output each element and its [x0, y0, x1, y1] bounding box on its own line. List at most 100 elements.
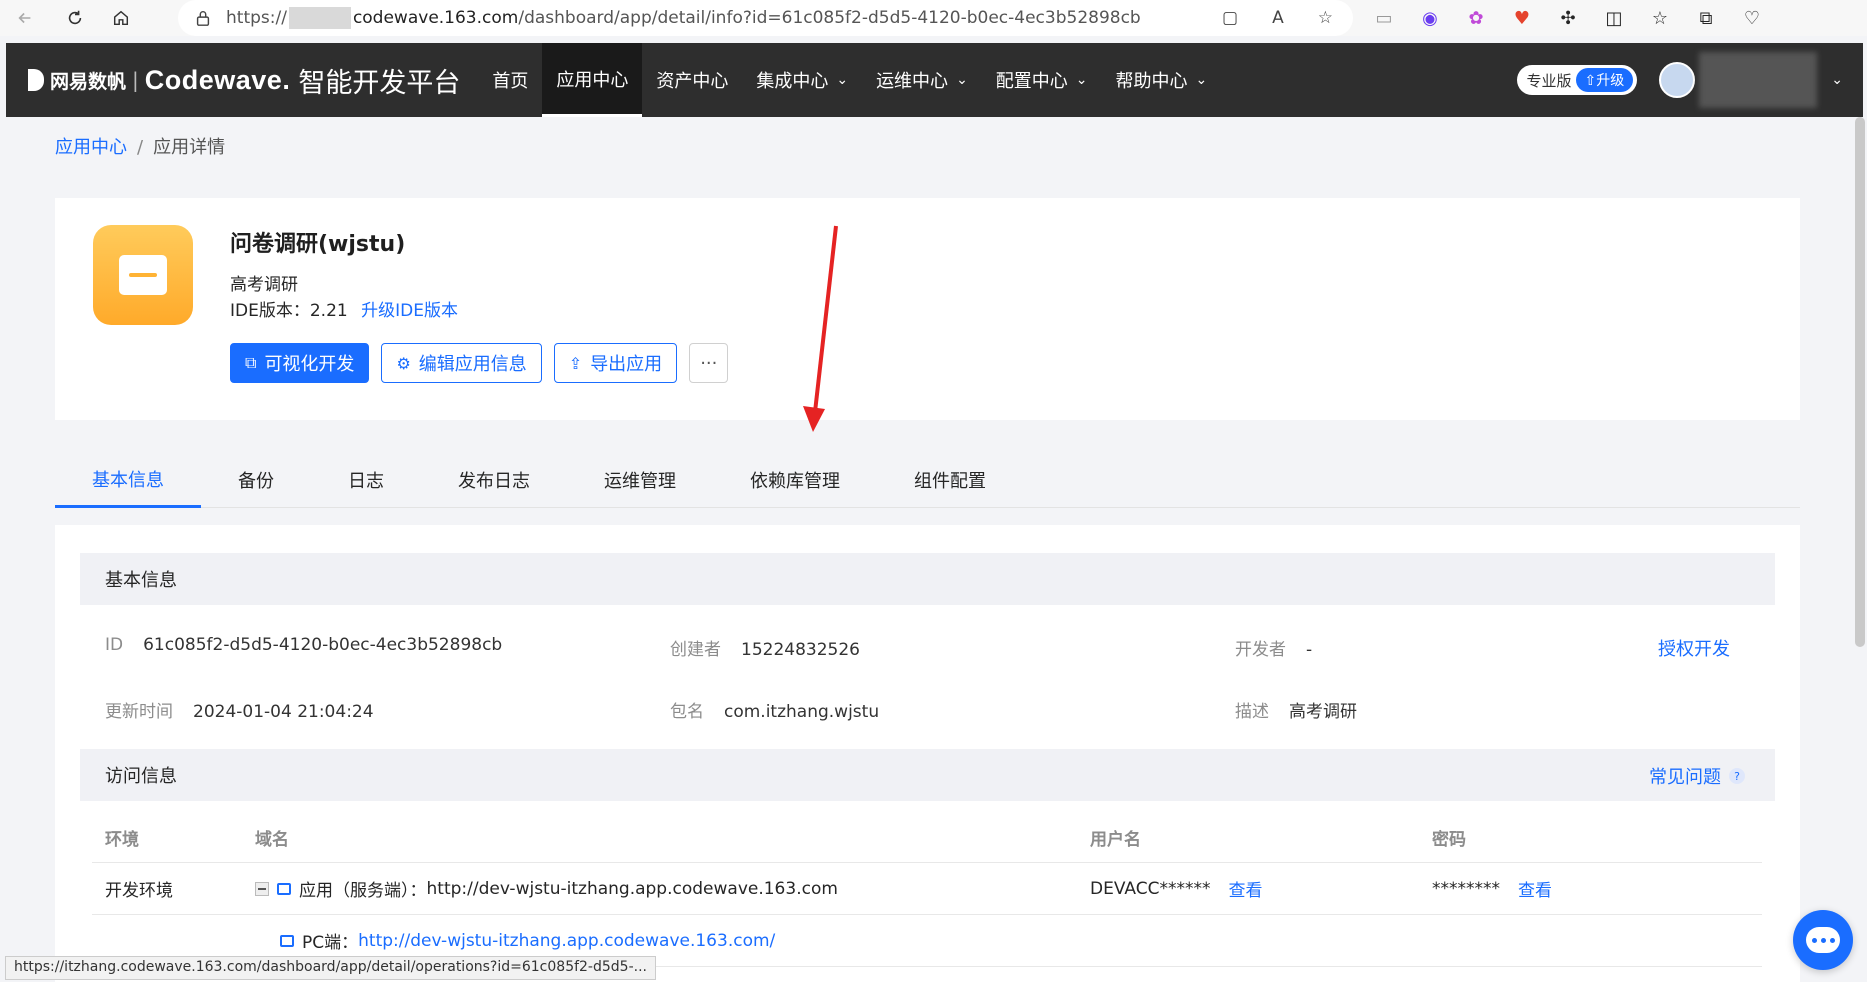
breadcrumb-app-center[interactable]: 应用中心 [55, 137, 127, 158]
app-server-url: http://dev-wjstu-itzhang.app.codewave.16… [426, 878, 838, 899]
status-bar-url: https://itzhang.codewave.163.com/dashboa… [5, 956, 656, 980]
more-actions-button[interactable]: ··· [689, 343, 729, 383]
refresh-icon[interactable] [58, 3, 92, 33]
url-path: /dashboard/app/detail/info?id=61c085f2-d… [518, 8, 1141, 28]
upgrade-button[interactable]: ⇧升级 [1575, 68, 1634, 92]
extension-monitor-icon[interactable]: ▭ [1370, 4, 1398, 32]
tab-backup[interactable]: 备份 [201, 452, 311, 508]
nav-app-center[interactable]: 应用中心 [542, 43, 643, 117]
access-table-header: 环境 域名 用户名 密码 [92, 813, 1762, 863]
col-username: 用户名 [1090, 830, 1141, 850]
nav-integration-center[interactable]: 集成中心 ⌄ [742, 43, 862, 117]
avatar[interactable] [1659, 62, 1696, 98]
split-screen-icon[interactable]: ◫ [1600, 4, 1628, 32]
url-redaction [288, 7, 351, 29]
question-icon: ? [1729, 768, 1745, 784]
address-bar[interactable]: https:// codewave.163.com/dashboard/app/d… [178, 0, 1353, 36]
app-server-label: 应用（服务端）： [299, 881, 427, 901]
description-label: 描述 [1235, 702, 1269, 722]
visual-dev-button[interactable]: ⧉ 可视化开发 [230, 343, 370, 383]
app-header: 网易数帆 | Codewave. 智能开发平台 首页 应用中心 资产中心 集成中… [6, 43, 1863, 117]
extensions-puzzle-icon[interactable]: ✣ [1554, 4, 1582, 32]
upgrade-ide-link[interactable]: 升级IDE版本 [361, 301, 458, 321]
app-description: 高考调研 [230, 275, 298, 295]
nav-asset-center-label: 资产中心 [656, 71, 729, 92]
basic-info-title: 基本信息 [105, 570, 177, 591]
tab-ops-management[interactable]: 运维管理 [567, 452, 713, 508]
collections-icon[interactable]: ⧉ [1692, 4, 1720, 32]
description-value: 高考调研 [1289, 702, 1357, 722]
developer-label: 开发者 [1235, 640, 1286, 660]
nav-home[interactable]: 首页 [478, 43, 542, 117]
edit-app-info-button[interactable]: ⚙ 编辑应用信息 [381, 343, 542, 383]
creator-field: 创建者 15224832526 [670, 635, 860, 660]
chevron-down-icon: ⌄ [956, 72, 968, 88]
nav-asset-center[interactable]: 资产中心 [642, 43, 742, 117]
logo-mark-icon [28, 69, 44, 91]
back-icon[interactable] [8, 3, 42, 33]
creator-value: 15224832526 [741, 640, 860, 660]
package-value: com.itzhang.wjstu [724, 702, 880, 722]
export-app-label: 导出应用 [590, 354, 663, 375]
chevron-down-icon: ⌄ [1195, 72, 1208, 88]
col-password: 密码 [1432, 830, 1466, 850]
chevron-down-icon[interactable]: ⌄ [1831, 72, 1843, 88]
nav-config-center[interactable]: 配置中心 ⌄ [982, 43, 1102, 117]
favorites-icon[interactable]: ☆ [1646, 4, 1674, 32]
plan-badge[interactable]: 专业版 ⇧升级 [1516, 65, 1638, 95]
gear-icon: ⚙ [396, 353, 411, 373]
logo-separator: | [132, 68, 139, 92]
extension-brain-icon[interactable]: ✿ [1462, 4, 1490, 32]
collapse-icon[interactable] [255, 881, 269, 896]
pc-url-link[interactable]: http://dev-wjstu-itzhang.app.codewave.16… [358, 931, 775, 951]
read-aloud-icon[interactable]: A [1272, 8, 1284, 28]
logo[interactable]: 网易数帆 | Codewave. 智能开发平台 [28, 61, 460, 100]
tab-content: 基本信息 ID 61c085f2-d5d5-4120-b0ec-4ec3b5289… [55, 525, 1800, 982]
faq-link[interactable]: 常见问题? [1649, 763, 1745, 789]
monitor-icon [280, 934, 294, 947]
page-scrollbar[interactable] [1855, 117, 1865, 647]
extension-pin-icon[interactable]: ♥ [1508, 4, 1536, 32]
extension-compass-icon[interactable]: ◉ [1416, 4, 1444, 32]
tab-basic-info[interactable]: 基本信息 [55, 452, 201, 508]
view-password-link[interactable]: 查看 [1518, 876, 1552, 901]
clipboard-icon[interactable]: ▢ [1222, 8, 1238, 28]
nav-ops-center[interactable]: 运维中心 ⌄ [862, 43, 982, 117]
updated-field: 更新时间 2024-01-04 21:04:24 [105, 697, 374, 722]
breadcrumb-separator: / [137, 137, 144, 158]
favorite-star-icon[interactable]: ☆ [1318, 8, 1333, 28]
chat-support-button[interactable] [1793, 910, 1853, 970]
chat-bubble-icon [1806, 927, 1840, 953]
table-row: 开发环境 应用（服务端）： http://dev-wjstu-itzhang.ap… [92, 863, 1762, 915]
lock-icon [196, 11, 210, 26]
nav-config-center-label: 配置中心 [995, 71, 1068, 92]
package-field: 包名 com.itzhang.wjstu [670, 697, 879, 722]
tab-release-logs[interactable]: 发布日志 [421, 452, 567, 508]
edit-page-icon: ⧉ [245, 353, 257, 372]
browser-toolbar: https:// codewave.163.com/dashboard/app/d… [0, 0, 1867, 36]
browser-essentials-icon[interactable]: ♡ [1738, 4, 1766, 32]
tab-component-config[interactable]: 组件配置 [877, 452, 1023, 508]
username-cell: DEVACC****** 查看 [1090, 863, 1262, 914]
basic-info-header: 基本信息 [80, 553, 1775, 605]
url-prefix: https:// [226, 8, 287, 28]
nav-app-center-label: 应用中心 [556, 69, 629, 91]
plan-label: 专业版 [1526, 71, 1572, 90]
username-redacted [1699, 52, 1818, 108]
password-value: ******** [1432, 878, 1500, 899]
id-field: ID 61c085f2-d5d5-4120-b0ec-4ec3b52898cb [105, 635, 502, 655]
authorize-dev-link[interactable]: 授权开发 [1658, 635, 1730, 661]
home-icon[interactable] [104, 3, 138, 33]
id-label: ID [105, 635, 124, 655]
description-field: 描述 高考调研 [1235, 697, 1357, 722]
brand-sub: 智能开发平台 [298, 67, 461, 99]
tab-logs[interactable]: 日志 [311, 452, 421, 508]
col-domain: 域名 [255, 830, 289, 850]
export-app-button[interactable]: ⇪ 导出应用 [553, 343, 678, 383]
detail-tabs: 基本信息 备份 日志 发布日志 运维管理 依赖库管理 组件配置 [55, 452, 1800, 508]
col-env: 环境 [105, 830, 139, 850]
breadcrumb-current: 应用详情 [153, 137, 226, 158]
view-username-link[interactable]: 查看 [1228, 876, 1262, 901]
nav-help-center[interactable]: 帮助中心 ⌄ [1102, 43, 1222, 117]
tab-dependency-management[interactable]: 依赖库管理 [713, 452, 877, 508]
